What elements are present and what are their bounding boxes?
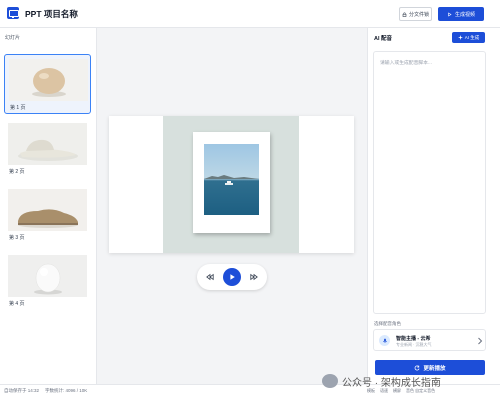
slide-label: 第 3 页	[9, 235, 25, 241]
play-icon	[230, 274, 235, 280]
voice-selector[interactable]: 智能主播 - 云希 专业新闻 · 沉稳大气	[373, 329, 486, 351]
voice-description: 专业新闻 · 沉稳大气	[396, 342, 432, 347]
refresh-icon	[415, 365, 420, 370]
microphone-icon	[382, 338, 387, 342]
slide-thumbnail-3[interactable]: 第 3 页	[4, 185, 91, 245]
voice-section-label: 选择配音角色	[374, 321, 401, 326]
watermark-text: 公众号 · 架构成长指南	[342, 377, 441, 389]
voice-script-input[interactable]: 请输入或生成配音脚本...	[373, 51, 486, 314]
egg-thumbnail-image	[9, 59, 88, 101]
slide-label: 第 4 页	[9, 301, 25, 307]
slide-thumbnail-2[interactable]: 第 2 页	[4, 119, 91, 179]
sea-photo-image	[204, 144, 259, 215]
play-outline-icon	[448, 11, 452, 17]
wechat-icon	[322, 374, 338, 388]
slide-background-panel	[163, 116, 299, 253]
slide-label: 第 2 页	[9, 169, 25, 175]
ai-generate-label: AI 生成	[464, 34, 480, 40]
slide-label: 第 1 页	[10, 105, 26, 111]
presentation-icon	[7, 7, 19, 19]
file-lock-button[interactable]: 分文件锁	[399, 7, 432, 21]
voice-avatar	[379, 335, 390, 346]
chevron-right-icon	[478, 337, 483, 345]
update-playback-label: 更新播放	[423, 365, 446, 372]
slide-list-panel: 幻灯片 第 1 页 第 2 页 第 3 页 第 4 页	[0, 28, 97, 384]
framed-photo	[193, 132, 270, 233]
script-placeholder: 请输入或生成配音脚本...	[380, 61, 432, 66]
slide-canvas	[97, 28, 367, 384]
generate-video-button[interactable]: 生成视频	[438, 7, 484, 21]
ai-voice-title: AI 配音	[374, 36, 393, 42]
white-egg-thumbnail-image	[8, 255, 87, 297]
autosave-status: 自动保存于 14:32	[4, 388, 40, 393]
slide-sandal-thumbnail-image	[8, 123, 87, 165]
next-icon[interactable]	[250, 273, 258, 281]
file-lock-label: 分文件锁	[408, 11, 429, 18]
slide-list-title: 幻灯片	[5, 35, 21, 41]
play-button[interactable]	[223, 268, 241, 286]
shoe-thumbnail-image	[8, 189, 87, 231]
sparkle-icon	[457, 35, 463, 40]
app-header: PPT 项目名称 分文件锁 生成视频	[0, 0, 500, 28]
status-left: 自动保存于 14:32 字数统计: 4096 / 10K	[4, 388, 87, 394]
voice-name: 智能主播 - 云希	[396, 336, 431, 342]
generate-video-label: 生成视频	[454, 11, 475, 18]
playback-controls	[197, 264, 267, 290]
previous-icon[interactable]	[206, 273, 214, 281]
ai-generate-button[interactable]: AI 生成	[452, 32, 485, 43]
word-count: 字数统计: 4096 / 10K	[45, 388, 88, 393]
lock-icon	[402, 11, 407, 17]
slide-preview	[109, 116, 354, 253]
ai-voice-panel: AI 配音 AI 生成 请输入或生成配音脚本... 选择配音角色 智能主播 - …	[367, 28, 500, 384]
slide-thumbnail-4[interactable]: 第 4 页	[4, 251, 91, 311]
project-title: PPT 项目名称	[25, 9, 78, 19]
watermark: 公众号 · 架构成长指南	[322, 372, 492, 390]
slide-thumbnail-1[interactable]: 第 1 页	[4, 54, 91, 114]
